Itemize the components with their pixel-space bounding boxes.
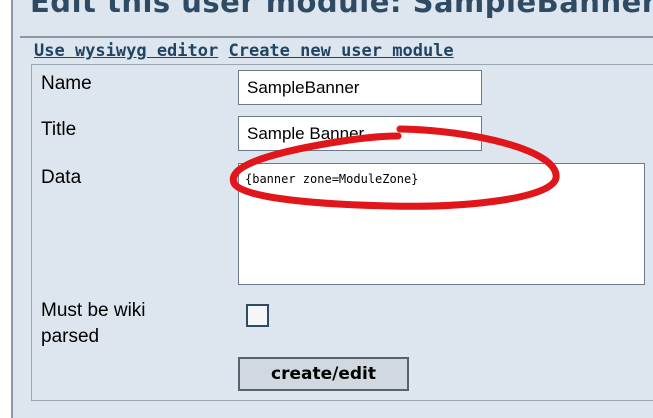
highlight-annotation	[229, 125, 560, 210]
highlight-ellipse	[229, 125, 560, 210]
